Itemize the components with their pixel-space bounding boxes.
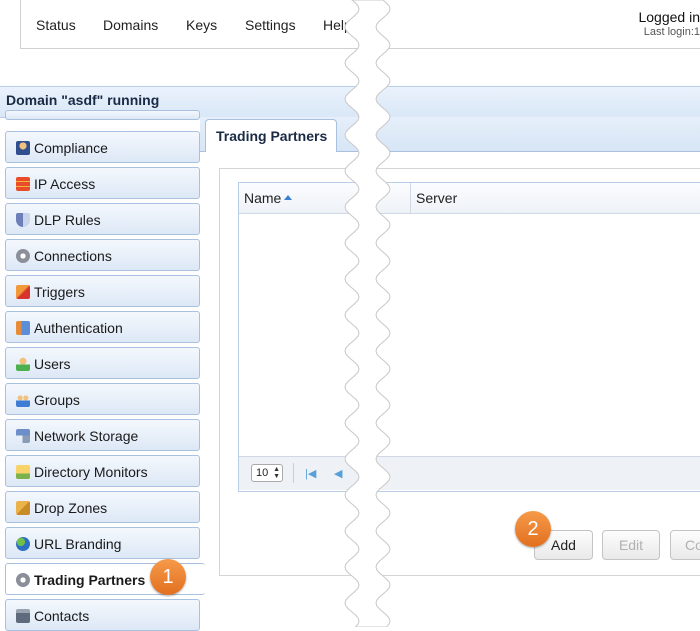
sidebar-item-compliance[interactable]: Compliance [5,131,200,163]
sidebar-item-partial[interactable] [5,110,200,120]
sidebar-item-label: Connections [34,248,112,264]
last-login-text: Last login:1 [643,26,700,38]
sidebar-item-authentication[interactable]: Authentication [5,311,200,343]
sidebar-item-triggers[interactable]: Triggers [5,275,200,307]
sidebar-item-label: Drop Zones [34,500,108,516]
grid-header [239,183,700,214]
group-icon [16,393,30,407]
sidebar-item-label: DLP Rules [34,212,101,228]
sidebar-item-connections[interactable]: Connections [5,239,200,271]
pager-separator [293,463,294,483]
nav-help[interactable]: Help [323,17,352,33]
column-divider[interactable] [410,183,411,213]
contacts-icon [16,609,30,623]
sidebar-item-contacts[interactable]: Contacts [5,599,200,631]
sidebar-item-label: Users [34,356,71,372]
sort-ascending-icon [284,195,292,200]
sidebar-item-directory-monitors[interactable]: Directory Monitors [5,455,200,487]
nav-settings[interactable]: Settings [245,17,296,33]
network-storage-icon [16,429,30,443]
stepper-arrows-icon: ▲ ▼ [273,466,280,480]
user-icon [16,357,30,371]
sidebar-item-ip-access[interactable]: IP Access [5,167,200,199]
sidebar-item-users[interactable]: Users [5,347,200,379]
tab-label: Trading Partners [216,128,328,144]
nav-domains[interactable]: Domains [103,17,158,33]
page-size-select[interactable]: 10 ▲ ▼ [251,464,283,482]
partners-grid [238,182,700,492]
column-header-name[interactable]: Name [244,190,281,206]
gear-icon [16,573,30,587]
sidebar-item-url-branding[interactable]: URL Branding [5,527,200,559]
sidebar-item-label: Trading Partners [34,572,146,588]
logged-in-text: Logged in [638,9,700,25]
sidebar-item-dlp-rules[interactable]: DLP Rules [5,203,200,235]
sidebar-item-label: Directory Monitors [34,464,148,480]
sidebar-item-groups[interactable]: Groups [5,383,200,415]
ip-access-icon [16,177,30,191]
column-header-server[interactable]: Server [416,190,457,206]
domain-title: Domain "asdf" running [6,92,160,108]
sidebar-item-label: Authentication [34,320,123,336]
shield-icon [16,213,30,227]
sidebar-item-label: Groups [34,392,80,408]
sidebar-item-drop-zones[interactable]: Drop Zones [5,491,200,523]
callout-badge-1: 1 [150,559,186,595]
page-size-value: 10 [256,467,269,479]
trigger-icon [16,285,30,299]
sidebar-item-label: Network Storage [34,428,139,444]
edit-button[interactable]: Edit [602,530,660,560]
copy-button[interactable]: Co [670,530,700,560]
first-page-icon[interactable]: |◀ [305,467,316,480]
prev-page-icon[interactable]: ◀ [334,467,342,480]
nav-status[interactable]: Status [36,17,76,33]
id-card-icon [16,321,30,335]
callout-badge-2: 2 [515,511,551,547]
compliance-icon [16,141,30,155]
tab-trading-partners[interactable]: Trading Partners [205,119,337,152]
box-icon [16,501,30,515]
sidebar-item-label: Triggers [34,284,85,300]
globe-icon [16,537,30,551]
nav-keys[interactable]: Keys [186,17,217,33]
sidebar-item-label: Compliance [34,140,108,156]
sidebar-item-network-storage[interactable]: Network Storage [5,419,200,451]
sidebar-item-label: IP Access [34,176,96,192]
directory-monitor-icon [16,465,30,479]
gear-icon [16,249,30,263]
sidebar-item-label: Contacts [34,608,90,624]
sidebar-item-label: URL Branding [34,536,122,552]
